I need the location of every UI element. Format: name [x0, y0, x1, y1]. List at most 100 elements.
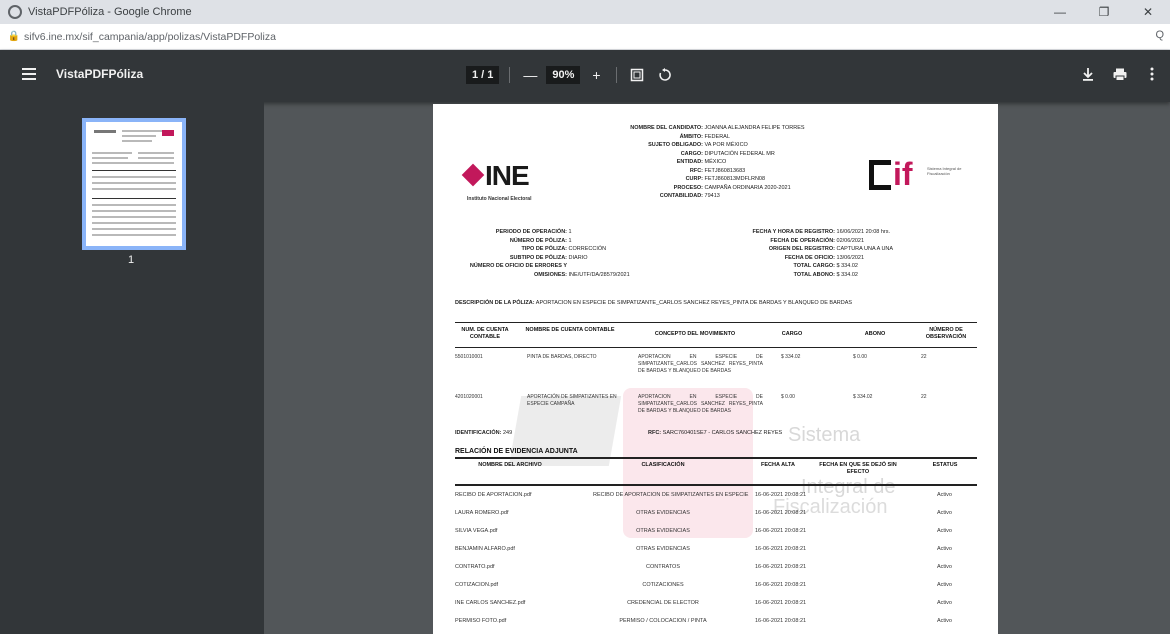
evidence-header-cell: NOMBRE DEL ARCHIVO	[478, 462, 542, 468]
more-vert-icon[interactable]	[1142, 64, 1162, 84]
evidence-class: CREDENCIAL DE ELECTOR	[627, 600, 699, 606]
table-cell-account-number: 4201020001	[455, 394, 483, 400]
minimize-button[interactable]: —	[1038, 0, 1082, 24]
movement-table-header: NUM. DE CUENTA CONTABLE NOMBRE DE CUENTA…	[455, 322, 977, 348]
info-field: SUBTIPO DE PÓLIZA: DIARIO	[455, 254, 685, 262]
info-label: PERIODO DE OPERACIÓN:	[495, 229, 567, 235]
fit-page-icon[interactable]	[627, 65, 647, 85]
divider	[509, 67, 511, 83]
header-label: PROCESO:	[673, 184, 703, 191]
header-field: ENTIDAD: MÉXICO	[603, 158, 863, 166]
evidence-row: INE CARLOS SANCHEZ.pdf CREDENCIAL DE ELEC…	[455, 596, 977, 614]
zoom-out-button[interactable]: —	[520, 65, 540, 85]
header-value: DIPUTACIÓN FEDERAL MR	[703, 150, 775, 157]
table-cell-account-name: APORTACIÓN DE SIMPATIZANTES EN ESPECIE C…	[527, 394, 617, 407]
header-value: FETJ860813683	[703, 167, 746, 174]
evidence-status: Activo	[937, 492, 952, 498]
page-zoom-controls: 1 / 1 — 90% +	[466, 63, 675, 87]
info-value: 1	[567, 237, 572, 244]
header-label: CURP:	[685, 176, 703, 182]
zoom-in-button[interactable]: +	[586, 65, 606, 85]
table-cell-abono: $ 0.00	[853, 354, 867, 360]
info-label: TIPO DE PÓLIZA:	[521, 246, 567, 252]
header-value: JOANNA ALEJANDRA FELIPE TORRES	[703, 125, 805, 131]
close-button[interactable]: ✕	[1126, 0, 1170, 24]
page-indicator[interactable]: 1 / 1	[466, 66, 500, 84]
info-label: ORIGEN DEL REGISTRO:	[768, 246, 835, 252]
info-field: FECHA Y HORA DE REGISTRO: 16/06/2021 20:…	[703, 228, 983, 236]
table-cell-account-number: 5501010001	[455, 354, 483, 360]
info-label: FECHA Y HORA DE REGISTRO:	[752, 229, 835, 235]
evidence-class: OTRAS EVIDENCIAS	[636, 546, 690, 552]
header-value: FETJ860813MDFLRN08	[703, 176, 766, 182]
ine-logo: INE Instituto Nacional Electoral	[461, 160, 593, 206]
info-value: 16/06/2021 20:08 hrs.	[835, 229, 891, 235]
evidence-file: INE CARLOS SANCHEZ.pdf	[455, 600, 526, 606]
header-value: 79413	[703, 193, 720, 199]
evidence-file: SILVIA VEGA.pdf	[455, 528, 498, 534]
header-value: VA POR MÉXICO	[703, 142, 748, 148]
evidence-header-cell: FECHA ALTA	[761, 462, 795, 468]
evidence-date: 16-06-2021 20:08:21	[755, 546, 807, 552]
info-field: TIPO DE PÓLIZA: CORRECCIÓN	[455, 245, 685, 253]
window-controls: — ❐ ✕	[1038, 0, 1170, 24]
evidence-date: 16-06-2021 20:08:21	[755, 510, 807, 516]
info-label: SUBTIPO DE PÓLIZA:	[509, 254, 567, 261]
info-value: $ 334.02	[835, 271, 858, 278]
info-label: FECHA DE OPERACIÓN:	[770, 237, 835, 244]
evidence-file: BENJAMIN ALFARO.pdf	[455, 546, 515, 552]
evidence-file: RECIBO DE APORTACION.pdf	[455, 492, 532, 498]
zoom-level[interactable]: 90%	[546, 66, 581, 84]
info-value: INE/UTF/DA/28579/2021	[567, 271, 630, 278]
evidence-status: Activo	[937, 528, 952, 534]
evidence-class: COTIZACIONES	[642, 582, 684, 588]
watermark-text: Sistema	[788, 424, 861, 446]
info-label: NÚMERO DE PÓLIZA:	[509, 237, 567, 244]
print-icon[interactable]	[1110, 64, 1130, 84]
info-label: FECHA DE OFICIO:	[784, 254, 835, 261]
header-value: MÉXICO	[703, 159, 727, 165]
thumbnail-sidebar: 1	[0, 102, 264, 634]
maximize-button[interactable]: ❐	[1082, 0, 1126, 24]
evidence-class: PERMISO / COLOCACION / PINTA	[619, 618, 707, 624]
evidence-class: CONTRATOS	[645, 564, 681, 570]
table-cell-observation: 22	[921, 394, 927, 400]
evidence-title: RELACIÓN DE EVIDENCIA ADJUNTA	[455, 448, 578, 455]
thumbnail-page-number: 1	[128, 254, 135, 266]
hamburger-icon[interactable]	[22, 68, 36, 80]
table-cell-account-name: PINTA DE BARDAS, DIRECTO	[527, 354, 597, 360]
info-field: TOTAL ABONO: $ 334.02	[703, 271, 983, 279]
evidence-status: Activo	[937, 600, 952, 606]
header-field: RFC: FETJ860813683	[603, 167, 863, 175]
sif-logo: if Sistema Integral de Fiscalización	[869, 156, 961, 200]
info-label: OMISIONES:	[533, 271, 567, 278]
evidence-status: Activo	[937, 546, 952, 552]
download-icon[interactable]	[1078, 64, 1098, 84]
table-cell-concept: APORTACION EN ESPECIE DE SIMPATIZANTE_CA…	[638, 394, 763, 414]
info-value: CAPTURA UNA A UNA	[835, 246, 894, 252]
evidence-row: CONTRATO.pdf CONTRATOS 16-06-2021 20:08:21…	[455, 560, 977, 578]
info-field: OMISIONES: INE/UTF/DA/28579/2021	[455, 271, 685, 279]
url-text[interactable]: sifv6.ine.mx/sif_campania/app/polizas/Vi…	[24, 31, 276, 43]
info-field: ORIGEN DEL REGISTRO: CAPTURA UNA A UNA	[703, 245, 983, 253]
divider	[616, 67, 618, 83]
info-label: NÚMERO DE OFICIO DE ERRORES Y	[469, 263, 567, 269]
info-value: DIARIO	[567, 254, 588, 261]
evidence-class: RECIBO DE APORTACION DE SIMPATIZANTES EN…	[593, 492, 749, 498]
header-field: CURP: FETJ860813MDFLRN08	[603, 175, 863, 183]
info-label: TOTAL ABONO:	[793, 271, 835, 278]
evidence-file: LAURA ROMERO.pdf	[455, 510, 509, 516]
evidence-date: 16-06-2021 20:08:21	[755, 582, 807, 588]
header-field: PROCESO: CAMPAÑA ORDINARIA 2020-2021	[603, 184, 863, 192]
lock-icon[interactable]: 🔒	[8, 31, 20, 43]
table-cell-abono: $ 334.02	[853, 394, 873, 400]
rotate-icon[interactable]	[655, 65, 675, 85]
ine-diamond-icon	[461, 163, 485, 187]
page-thumbnail[interactable]	[82, 118, 186, 250]
evidence-date: 16-06-2021 20:08:21	[755, 564, 807, 570]
address-bar[interactable]: 🔒 sifv6.ine.mx/sif_campania/app/polizas/…	[0, 24, 1170, 50]
evidence-header-cell: ESTATUS	[932, 462, 958, 468]
pdf-page: Sistema Integral de Fiscalización INE In…	[433, 104, 998, 634]
table-cell-cargo: $ 0.00	[781, 394, 795, 400]
zoom-icon[interactable]: Q	[1155, 29, 1164, 41]
